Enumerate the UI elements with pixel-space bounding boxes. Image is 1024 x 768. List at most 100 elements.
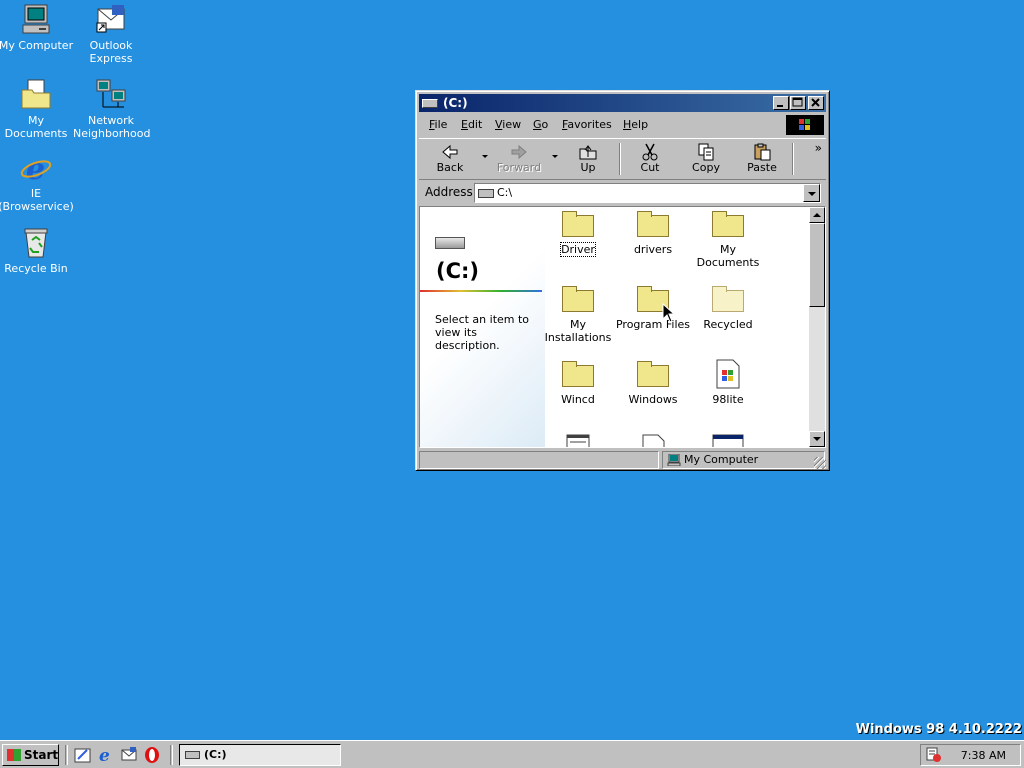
item-description: Select an item to view its description. xyxy=(435,313,530,352)
show-desktop-icon[interactable] xyxy=(74,746,92,764)
back-button[interactable]: Back xyxy=(424,141,476,177)
paste-button[interactable]: Paste xyxy=(736,141,788,177)
address-value[interactable]: C:\ xyxy=(497,186,512,199)
resize-grip[interactable] xyxy=(814,457,826,469)
menu-help[interactable]: Help xyxy=(623,118,648,131)
desktop-icon-my-computer[interactable]: My Computer xyxy=(0,3,74,52)
opera-icon[interactable] xyxy=(143,746,161,764)
file-item-label: 98lite xyxy=(712,393,744,406)
menu-view[interactable]: View xyxy=(495,118,521,131)
file-item[interactable] xyxy=(690,434,766,447)
file-item[interactable]: Wincd xyxy=(540,359,616,406)
status-zone-label: My Computer xyxy=(684,453,759,466)
status-pane-main xyxy=(419,451,659,469)
taskbar-button-drive-c[interactable]: (C:) xyxy=(179,744,341,766)
clock[interactable]: 7:38 AM xyxy=(961,749,1006,762)
folder-icon xyxy=(561,209,595,239)
file-item[interactable]: Program Files xyxy=(615,284,691,331)
cut-button[interactable]: Cut xyxy=(624,141,676,177)
version-watermark: Windows 98 4.10.2222 xyxy=(855,722,1022,737)
file-item[interactable]: 98lite xyxy=(690,359,766,406)
color-divider xyxy=(420,290,542,292)
windows-logo-icon xyxy=(786,115,824,135)
desktop-icon-outlook-express[interactable]: Outlook Express xyxy=(73,3,149,65)
file-item[interactable]: My Documents xyxy=(690,209,766,269)
toolbar-separator xyxy=(792,143,794,175)
up-label: Up xyxy=(580,161,596,174)
address-label: Address xyxy=(425,185,473,199)
desktop-icon-recycle-bin[interactable]: Recycle Bin xyxy=(0,226,74,275)
drive-heading: (C:) xyxy=(436,259,480,283)
address-dropdown-button[interactable] xyxy=(803,184,820,202)
up-button[interactable]: Up xyxy=(562,141,614,177)
close-button[interactable] xyxy=(808,96,824,110)
svg-text:e: e xyxy=(99,746,110,764)
menu-go[interactable]: Go xyxy=(533,118,548,131)
scroll-thumb[interactable] xyxy=(809,223,825,307)
address-input[interactable]: C:\ xyxy=(474,183,821,203)
minimize-icon xyxy=(777,105,783,107)
toolbar-more-chevron-icon[interactable]: » xyxy=(815,141,822,155)
my-computer-icon xyxy=(19,3,53,37)
file-item[interactable]: Driver xyxy=(540,209,616,257)
my-documents-icon xyxy=(19,78,53,112)
copy-button[interactable]: Copy xyxy=(680,141,732,177)
recycle-bin-icon xyxy=(19,226,53,260)
windows-flag-icon xyxy=(7,749,21,761)
file-item[interactable] xyxy=(540,434,616,447)
desktop-icon-my-documents[interactable]: My Documents xyxy=(0,78,74,140)
task-scheduler-icon[interactable] xyxy=(926,747,942,763)
svg-text:e: e xyxy=(26,152,45,185)
menu-label: o xyxy=(541,118,549,131)
file-item-label: Windows xyxy=(628,393,678,406)
folder-icon xyxy=(561,284,595,314)
folder-icon xyxy=(711,209,745,239)
file-item[interactable] xyxy=(615,434,691,447)
menu-favorites[interactable]: Favorites xyxy=(562,118,612,131)
back-dropdown-icon[interactable] xyxy=(482,155,488,158)
paste-label: Paste xyxy=(747,161,777,174)
file-item-label: Driver xyxy=(540,242,616,257)
desktop-icon-label: Recycle Bin xyxy=(4,262,68,275)
file-item-label: drivers xyxy=(633,243,673,256)
file-item[interactable]: Recycled xyxy=(690,284,766,331)
desktop: My Computer Outlook Express My Documents xyxy=(0,0,1024,740)
desktop-icon-label: Outlook Express xyxy=(89,39,133,65)
forward-arrow-icon xyxy=(509,143,529,161)
quick-launch-separator xyxy=(65,745,68,765)
file-item-name: Driver xyxy=(560,242,596,257)
menu-file[interactable]: File xyxy=(429,118,447,131)
desktop-icon-network-neighborhood[interactable]: Network Neighborhood xyxy=(73,78,150,140)
menu-label: iew xyxy=(502,118,522,131)
copy-icon xyxy=(696,143,716,161)
forward-label: Forward xyxy=(496,161,542,174)
internet-explorer-icon[interactable]: e xyxy=(97,746,115,764)
folder-icon xyxy=(561,359,595,389)
paste-icon xyxy=(752,143,772,161)
text-file-icon xyxy=(561,434,595,447)
start-button[interactable]: Start xyxy=(2,744,59,766)
menu-label: elp xyxy=(631,118,649,131)
forward-dropdown-icon[interactable] xyxy=(552,155,558,158)
minimize-button[interactable] xyxy=(773,96,789,110)
menu-edit[interactable]: Edit xyxy=(461,118,482,131)
menu-label: avorites xyxy=(567,118,612,131)
explorer-window[interactable]: (C:) File Edit View Go Favorites Help Ba… xyxy=(415,90,830,471)
desktop-icon-label: IE (Browservice) xyxy=(0,187,74,213)
folder-view[interactable]: (C:) Select an item to view its descript… xyxy=(419,206,826,448)
address-bar: Address C:\ xyxy=(419,181,826,205)
toolbar-separator xyxy=(619,143,621,175)
desktop-icon-ie[interactable]: e IE (Browservice) xyxy=(0,151,74,213)
file-item[interactable]: Windows xyxy=(615,359,691,406)
menu-label: ile xyxy=(434,118,448,131)
outlook-express-icon[interactable] xyxy=(120,746,138,764)
vertical-scrollbar[interactable] xyxy=(809,207,825,447)
scroll-down-button[interactable] xyxy=(809,431,825,447)
forward-button[interactable]: Forward xyxy=(491,141,547,177)
maximize-button[interactable] xyxy=(790,96,806,110)
scroll-up-button[interactable] xyxy=(809,207,825,223)
standard-toolbar: Back Forward Up Cut Copy Paste » xyxy=(419,138,826,180)
file-item[interactable]: My Installations xyxy=(540,284,616,344)
title-bar[interactable]: (C:) xyxy=(419,94,826,112)
file-item[interactable]: drivers xyxy=(615,209,691,256)
